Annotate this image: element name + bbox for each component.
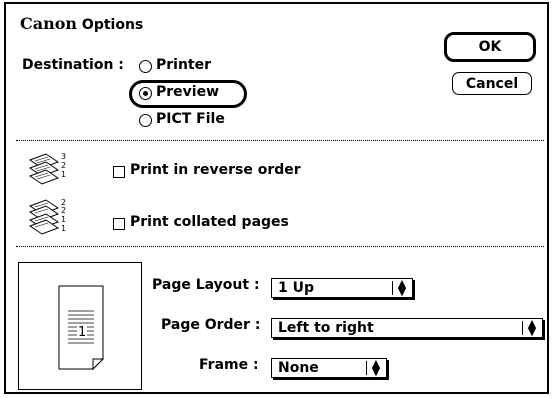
pict-file-radio[interactable]	[139, 114, 152, 127]
divider-1	[16, 140, 544, 141]
preview-label: Preview	[156, 84, 220, 100]
collated-stack-icon: 2 2 1 1	[28, 198, 66, 235]
dialog-title: Canon Options	[20, 14, 143, 33]
reverse-digit-3: 1	[61, 170, 66, 179]
canon-options-dialog: Canon Options OK Cancel Destination : Pr…	[4, 2, 549, 394]
ok-button[interactable]: OK	[444, 32, 536, 62]
ok-button-label: OK	[478, 39, 502, 55]
destination-label: Destination :	[22, 57, 124, 73]
cancel-button-label: Cancel	[465, 75, 519, 92]
frame-value: None	[278, 360, 319, 376]
collated-label: Print collated pages	[130, 214, 289, 230]
page-layout-preview: 1	[18, 262, 142, 390]
preview-page-number: 1	[78, 325, 86, 340]
cancel-button[interactable]: Cancel	[452, 72, 532, 95]
collated-digit-3: 1	[61, 215, 66, 224]
divider-2	[16, 246, 544, 247]
printer-radio[interactable]	[139, 60, 152, 73]
popup-separator	[366, 361, 367, 375]
up-down-arrows-icon: ▲ ▼	[397, 277, 407, 298]
reverse-order-label: Print in reverse order	[130, 162, 301, 178]
collated-digit-2: 2	[61, 206, 66, 215]
collated-checkbox[interactable]	[113, 218, 125, 230]
frame-popup[interactable]: None ▲ ▼	[271, 358, 387, 378]
page-thumbnail-icon: 1	[58, 285, 105, 371]
reverse-order-stack-icon: 3 2 1	[28, 152, 66, 185]
canon-brand-logo: Canon	[20, 14, 78, 33]
popup-separator	[392, 281, 393, 295]
dialog-title-text: Options	[77, 17, 144, 33]
page-layout-popup[interactable]: 1 Up ▲ ▼	[271, 278, 413, 298]
preview-radio[interactable]	[139, 87, 152, 100]
page-order-value: Left to right	[278, 320, 374, 336]
reverse-digit-2: 2	[61, 161, 66, 170]
reverse-order-checkbox[interactable]	[113, 166, 125, 178]
page-order-label: Page Order :	[161, 317, 261, 333]
pict-file-label: PICT File	[156, 111, 225, 127]
popup-separator	[522, 321, 523, 335]
collated-digit-4: 1	[61, 224, 66, 233]
page-layout-value: 1 Up	[278, 280, 315, 296]
reverse-digit-1: 3	[61, 152, 66, 161]
up-down-arrows-icon: ▲ ▼	[371, 357, 381, 378]
up-down-arrows-icon: ▲ ▼	[527, 317, 537, 338]
frame-label: Frame :	[199, 357, 259, 373]
printer-label: Printer	[156, 57, 212, 73]
page-layout-label: Page Layout :	[152, 277, 260, 293]
page-order-popup[interactable]: Left to right ▲ ▼	[271, 318, 543, 338]
